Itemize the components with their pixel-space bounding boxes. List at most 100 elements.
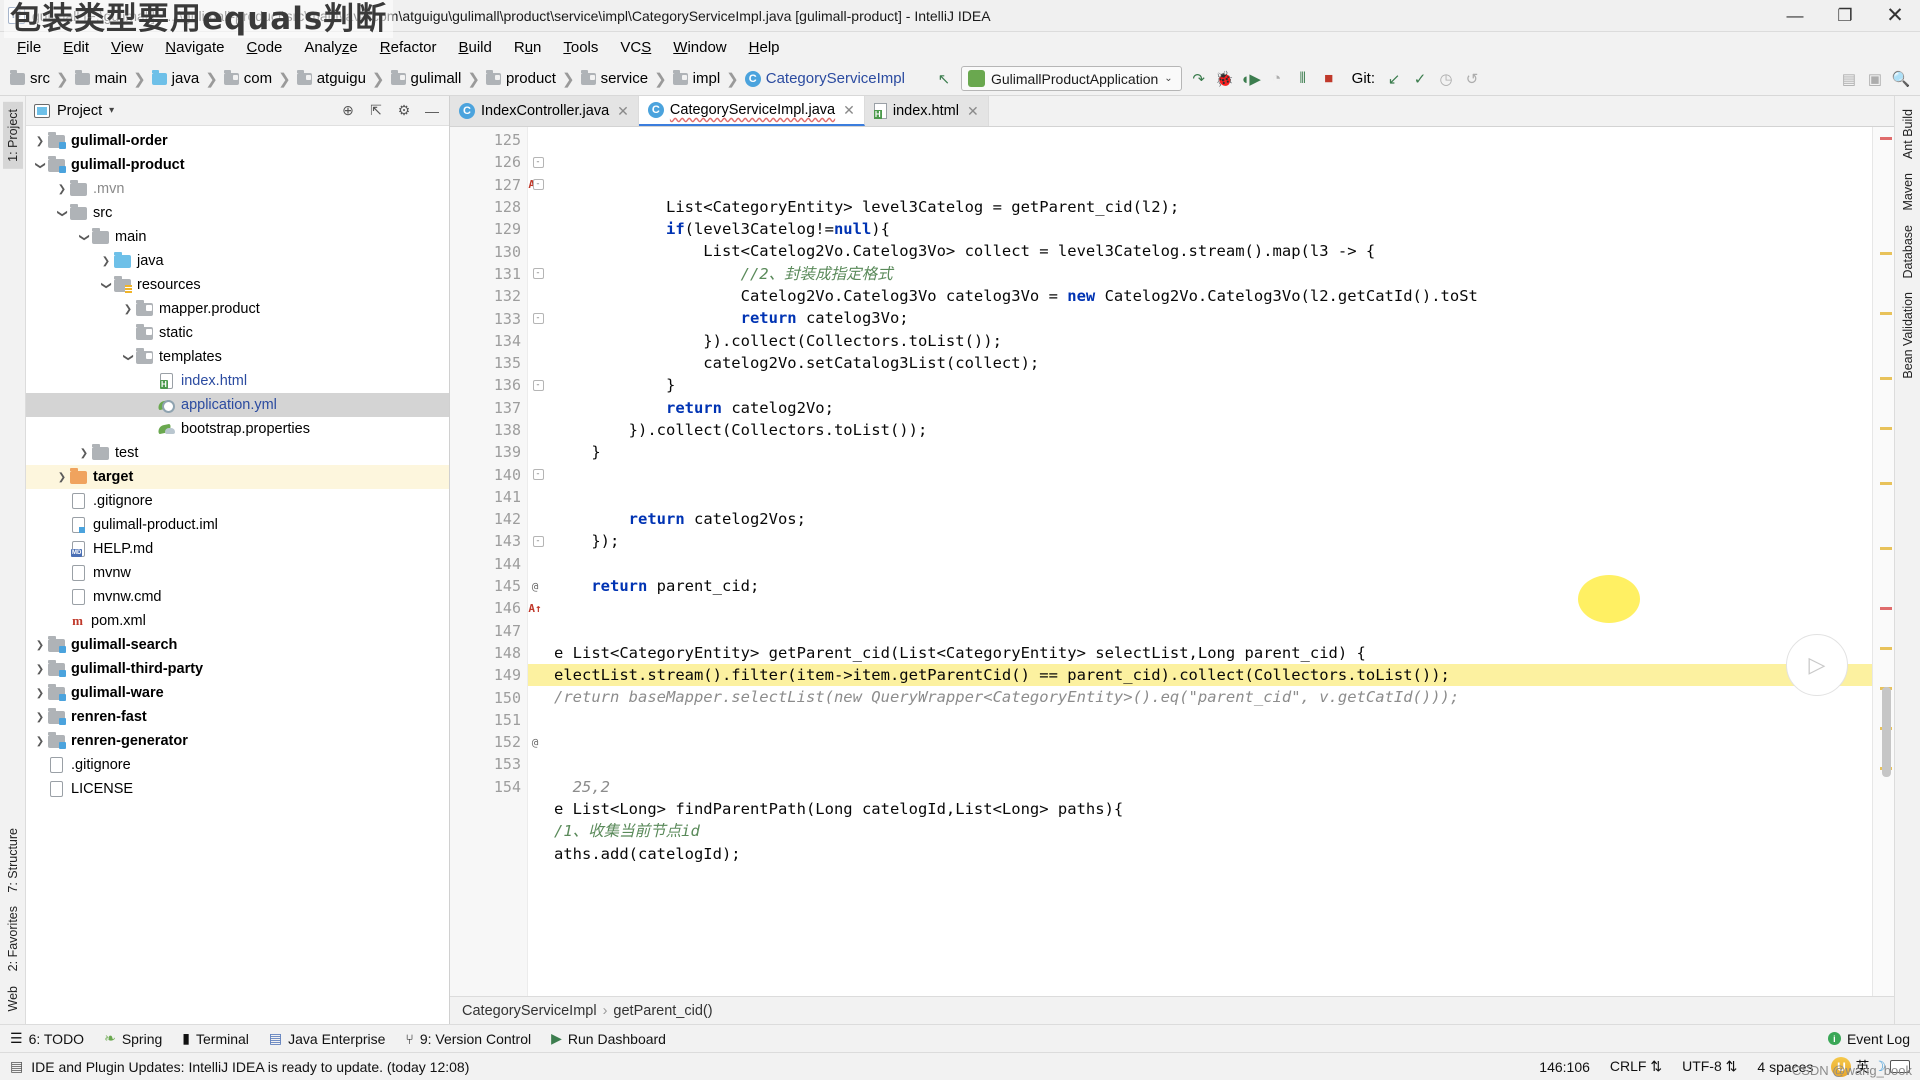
code-line[interactable]: /return baseMapper.selectList(new QueryW… <box>528 686 1872 708</box>
tree-item-resources[interactable]: ❯ resources <box>26 273 449 297</box>
code-line[interactable]: 25,2 <box>528 776 1872 798</box>
code-line[interactable]: if(level3Catelog!=null){ <box>528 218 1872 240</box>
editor-tab-indexhtml[interactable]: index.html ✕ <box>864 96 989 126</box>
line-number[interactable]: 140 <box>450 463 527 485</box>
chevron-down-icon[interactable]: ❯ <box>35 157 46 173</box>
menu-code[interactable]: Code <box>236 36 294 59</box>
breadcrumb-class[interactable]: C CategoryServiceImpl <box>741 68 909 89</box>
breadcrumb-main[interactable]: main <box>71 68 132 89</box>
back-arrow-icon[interactable]: ↖ <box>931 66 957 92</box>
line-number[interactable]: 133 <box>450 307 527 329</box>
breadcrumb-gulimall[interactable]: gulimall <box>387 68 466 89</box>
search-everywhere-icon[interactable]: ▤ <box>1836 66 1862 92</box>
chevron-right-icon[interactable]: ❯ <box>32 736 48 747</box>
settings-icon[interactable]: ⚙ <box>395 102 413 120</box>
tree-item-gulimall-search[interactable]: ❯ gulimall-search <box>26 633 449 657</box>
tree-item-mvn[interactable]: ❯ .mvn <box>26 177 449 201</box>
code-line[interactable] <box>528 620 1872 642</box>
tree-item-mapper-product[interactable]: ❯ mapper.product <box>26 297 449 321</box>
chevron-right-icon[interactable]: ❯ <box>54 184 70 195</box>
code-line[interactable]: //2、封装成指定格式 <box>528 263 1872 285</box>
menu-edit[interactable]: Edit <box>52 36 100 59</box>
minimize-button[interactable]: — <box>1770 0 1820 31</box>
run-configuration-selector[interactable]: GulimallProductApplication ⌄ <box>960 66 1182 91</box>
chevron-down-icon[interactable]: ❯ <box>101 277 112 293</box>
tree-item-license[interactable]: · LICENSE <box>26 777 449 801</box>
tree-item-gulimall-product[interactable]: ❯ gulimall-product <box>26 153 449 177</box>
maximize-button[interactable]: ❐ <box>1820 0 1870 31</box>
line-number[interactable]: 137 <box>450 397 527 419</box>
menu-run[interactable]: Run <box>503 36 553 59</box>
menu-help[interactable]: Help <box>738 36 791 59</box>
settings-icon[interactable]: ▣ <box>1862 66 1888 92</box>
error-marker-tick[interactable] <box>1880 427 1892 430</box>
line-number[interactable]: 153 <box>450 753 527 775</box>
code-line[interactable]: e List<Long> findParentPath(Long catelog… <box>528 798 1872 820</box>
tool-tab-run-dashboard[interactable]: ▶ Run Dashboard <box>551 1030 666 1047</box>
menu-tools[interactable]: Tools <box>552 36 609 59</box>
menu-file[interactable]: File <box>6 36 52 59</box>
tree-item-application-yml[interactable]: · application.yml <box>26 393 449 417</box>
code-line[interactable] <box>528 753 1872 775</box>
chevron-right-icon[interactable]: ❯ <box>32 136 48 147</box>
tree-item-pom-xml[interactable]: ·m pom.xml <box>26 609 449 633</box>
line-number[interactable]: 126 <box>450 151 527 173</box>
tree-item-bootstrap-properties[interactable]: · bootstrap.properties <box>26 417 449 441</box>
hide-icon[interactable]: — <box>423 102 441 120</box>
code-line[interactable]: } <box>528 374 1872 396</box>
line-number[interactable]: 138 <box>450 419 527 441</box>
code-line[interactable]: return catelog2Vos; <box>528 508 1872 530</box>
tree-item-renren-fast[interactable]: ❯ renren-fast <box>26 705 449 729</box>
tree-item-renren-generator[interactable]: ❯ renren-generator <box>26 729 449 753</box>
line-number[interactable]: 130 <box>450 240 527 262</box>
stop-icon[interactable]: ■ <box>1316 66 1342 92</box>
code-line[interactable] <box>528 731 1872 753</box>
menu-window[interactable]: Window <box>662 36 737 59</box>
breadcrumb-java[interactable]: java <box>148 68 204 89</box>
menu-build[interactable]: Build <box>447 36 502 59</box>
breadcrumb-product[interactable]: product <box>482 68 560 89</box>
caret-position[interactable]: 146:106 <box>1533 1058 1596 1076</box>
collapse-all-icon[interactable]: ⇱ <box>367 102 385 120</box>
update-project-icon[interactable]: ↙ <box>1381 66 1407 92</box>
tool-tab-spring[interactable]: ❧ Spring <box>104 1030 162 1047</box>
tree-item-help-md[interactable]: · HELP.md <box>26 537 449 561</box>
profiler-icon[interactable]: ◔ <box>1264 66 1290 92</box>
menu-navigate[interactable]: Navigate <box>154 36 235 59</box>
close-icon[interactable]: ✕ <box>843 102 855 119</box>
error-marker-tick[interactable] <box>1880 547 1892 550</box>
error-marker-tick[interactable] <box>1880 647 1892 650</box>
chevron-down-icon[interactable]: ❯ <box>79 229 90 245</box>
code-content[interactable]: -------- List<CategoryEntity> level3Cate… <box>528 127 1872 996</box>
line-number[interactable]: 139 <box>450 441 527 463</box>
tool-tab-todo[interactable]: ☰ 6: TODO <box>10 1030 84 1047</box>
sidebar-tab-project[interactable]: 1: Project <box>2 102 23 169</box>
line-number[interactable]: 152 @ <box>450 731 538 753</box>
sidebar-tab-maven[interactable]: Maven <box>1898 166 1918 218</box>
chevron-right-icon[interactable]: ❯ <box>120 304 136 315</box>
code-line[interactable]: }); <box>528 530 1872 552</box>
menu-view[interactable]: View <box>100 36 154 59</box>
run-with-coverage-icon[interactable]: ◖▶ <box>1238 66 1264 92</box>
code-line[interactable]: e List<CategoryEntity> getParent_cid(Lis… <box>528 642 1872 664</box>
sidebar-tab-ant-build[interactable]: Ant Build <box>1898 102 1918 166</box>
line-separator-group[interactable]: CRLF ⇅ <box>1604 1057 1668 1076</box>
breadcrumb-atguigu[interactable]: atguigu <box>293 68 370 89</box>
error-marker-stripe[interactable] <box>1872 127 1894 996</box>
encoding-group[interactable]: UTF-8 ⇅ <box>1676 1057 1743 1076</box>
breadcrumb-service[interactable]: service <box>577 68 653 89</box>
line-number[interactable]: 131 <box>450 263 527 285</box>
commit-icon[interactable]: ✓ <box>1407 66 1433 92</box>
code-line[interactable]: List<CategoryEntity> level3Catelog = get… <box>528 196 1872 218</box>
chevron-down-icon[interactable]: ❯ <box>57 205 68 221</box>
breadcrumb-src[interactable]: src <box>6 68 54 89</box>
tree-item-src[interactable]: ❯ src <box>26 201 449 225</box>
editor-tab-categoryserviceimpl[interactable]: C CategoryServiceImpl.java ✕ <box>638 96 865 126</box>
chevron-right-icon[interactable]: ❯ <box>32 664 48 675</box>
chevron-down-icon[interactable]: ❯ <box>123 349 134 365</box>
close-button[interactable]: ✕ <box>1870 0 1920 31</box>
tool-tab-terminal[interactable]: ▮ Terminal <box>182 1030 249 1047</box>
error-marker-tick[interactable] <box>1880 252 1892 255</box>
error-marker-tick[interactable] <box>1880 482 1892 485</box>
tree-item-java[interactable]: ❯ java <box>26 249 449 273</box>
